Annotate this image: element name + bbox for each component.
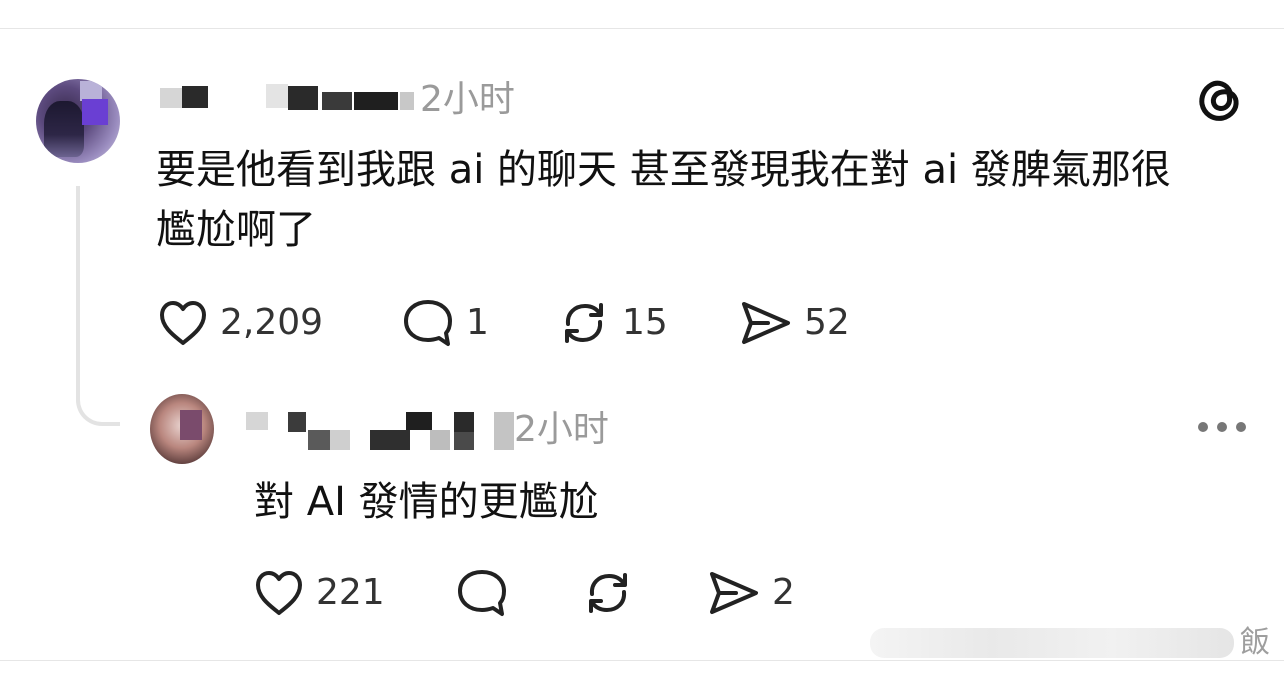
reply-like-count: 221	[316, 572, 385, 613]
reply-share-button[interactable]: 2	[706, 568, 795, 618]
reply-share-count: 2	[772, 572, 795, 613]
avatar-figure	[44, 101, 84, 157]
repost-icon	[565, 303, 603, 343]
avatar-mosaic	[180, 410, 202, 440]
post-like-count: 2,209	[220, 302, 324, 343]
reply-author-avatar[interactable]	[150, 394, 214, 464]
post-text-line-2: 尷尬啊了	[156, 207, 316, 253]
post-repost-count: 15	[622, 302, 668, 343]
post-author-username-redacted[interactable]	[160, 84, 420, 110]
post-timestamp: 2小时	[420, 79, 515, 120]
reply-reply-button[interactable]	[456, 568, 508, 618]
post-reply-count: 1	[466, 302, 489, 343]
repost-icon	[589, 573, 627, 613]
avatar-mosaic	[80, 81, 102, 101]
bottom-divider	[0, 660, 1284, 661]
thread-connector-line	[76, 186, 120, 426]
comment-bubble-icon	[404, 300, 452, 346]
send-icon	[710, 572, 758, 614]
threads-post-screenshot: 2小时 要是他看到我跟 ai 的聊天 甚至發現我在對 ai 發脾氣那很 尷尬啊了…	[0, 0, 1284, 681]
reply-repost-button[interactable]	[582, 568, 634, 618]
post-share-button[interactable]: 52	[738, 298, 850, 348]
avatar-mosaic	[82, 99, 108, 125]
send-icon	[742, 302, 790, 344]
post-reply-button[interactable]: 1	[402, 298, 489, 348]
watermark-text: 飯	[1240, 625, 1270, 660]
reply-text: 對 AI 發情的更尷尬	[254, 479, 599, 525]
reply-like-button[interactable]: 221	[254, 568, 385, 618]
more-dots-icon	[1198, 422, 1208, 432]
watermark-redacted	[870, 628, 1234, 658]
comment-bubble-icon	[458, 570, 506, 616]
post-like-button[interactable]: 2,209	[158, 298, 323, 348]
heart-icon	[256, 571, 302, 615]
post-repost-button[interactable]: 15	[558, 298, 668, 348]
heart-icon	[160, 301, 206, 345]
post-share-count: 52	[804, 302, 850, 343]
more-options-button[interactable]	[1198, 420, 1246, 434]
post-text-line-1: 要是他看到我跟 ai 的聊天 甚至發現我在對 ai 發脾氣那很	[156, 147, 1171, 193]
threads-logo-icon[interactable]	[1196, 76, 1244, 124]
top-divider	[0, 28, 1284, 29]
reply-timestamp: 2小时	[514, 409, 609, 450]
reply-author-username-redacted[interactable]	[246, 412, 514, 452]
post-author-avatar[interactable]	[36, 79, 120, 163]
